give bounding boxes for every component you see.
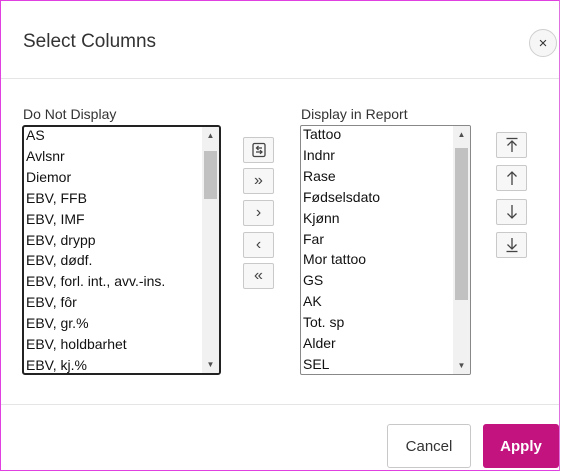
display-in-report-items: Tattoo Indnr Rase Fødselsdato Kjønn Far Mor ta… bbox=[302, 126, 452, 374]
dialog-footer: Cancel Apply bbox=[1, 404, 559, 470]
list-option[interactable]: EBV, fôr bbox=[25, 292, 201, 313]
move-down-icon bbox=[505, 204, 519, 220]
list-option[interactable]: SEL bbox=[302, 354, 452, 374]
dialog-header: Select Columns × bbox=[1, 1, 559, 79]
do-not-display-label: Do Not Display bbox=[23, 106, 117, 122]
move-down-button[interactable] bbox=[496, 199, 527, 225]
list-option[interactable]: EBV, forl. int., avv.-ins. bbox=[25, 271, 201, 292]
scroll-up-arrow-icon[interactable]: ▲ bbox=[202, 127, 219, 144]
list-option[interactable]: EBV, holdbarhet bbox=[25, 334, 201, 355]
move-bottom-button[interactable] bbox=[496, 232, 527, 258]
list-option[interactable]: Alder bbox=[302, 333, 452, 354]
list-option[interactable]: Rase bbox=[302, 166, 452, 187]
reset-icon bbox=[251, 142, 267, 158]
close-icon: × bbox=[538, 34, 548, 52]
scroll-down-arrow-icon[interactable]: ▼ bbox=[202, 356, 219, 373]
list-option[interactable]: Tattoo bbox=[302, 126, 452, 145]
dialog-title: Select Columns bbox=[23, 31, 157, 52]
add-all-button[interactable]: » bbox=[243, 168, 274, 194]
list-option[interactable]: AS bbox=[25, 127, 201, 146]
list-option[interactable]: EBV, kj.% bbox=[25, 355, 201, 373]
chevron-right-icon: › bbox=[255, 204, 262, 221]
list-option[interactable]: Tot. sp bbox=[302, 312, 452, 333]
display-in-report-label: Display in Report bbox=[301, 106, 408, 122]
list-option[interactable]: Mor tattoo bbox=[302, 249, 452, 270]
list-option[interactable]: EBV, IMF bbox=[25, 209, 201, 230]
remove-all-button[interactable]: « bbox=[243, 263, 274, 289]
add-button[interactable]: › bbox=[243, 200, 274, 226]
list-option[interactable]: Diemor bbox=[25, 167, 201, 188]
select-columns-dialog: Select Columns × Do Not Display AS Avlsnr… bbox=[0, 0, 560, 471]
double-chevron-right-icon: » bbox=[254, 172, 263, 189]
list-option[interactable]: AK bbox=[302, 291, 452, 312]
scrollbar-thumb[interactable] bbox=[204, 151, 217, 199]
apply-button[interactable]: Apply bbox=[483, 424, 559, 468]
move-up-button[interactable] bbox=[496, 165, 527, 191]
list-option[interactable]: EBV, dødf. bbox=[25, 250, 201, 271]
scroll-up-arrow-icon[interactable]: ▲ bbox=[453, 126, 470, 143]
list-option[interactable]: EBV, drypp bbox=[25, 230, 201, 251]
list-option[interactable]: EBV, gr.% bbox=[25, 313, 201, 334]
scrollbar-thumb[interactable] bbox=[455, 148, 468, 300]
list-option[interactable]: Indnr bbox=[302, 145, 452, 166]
move-bottom-icon bbox=[505, 237, 519, 253]
chevron-left-icon: ‹ bbox=[255, 236, 262, 253]
do-not-display-listbox[interactable]: AS Avlsnr Diemor EBV, FFB EBV, IMF EBV, drypp… bbox=[22, 125, 221, 375]
list-option[interactable]: GS bbox=[302, 270, 452, 291]
remove-button[interactable]: ‹ bbox=[243, 232, 274, 258]
close-button[interactable]: × bbox=[529, 29, 557, 57]
reset-button[interactable] bbox=[243, 137, 274, 163]
list-option[interactable]: Avlsnr bbox=[25, 146, 201, 167]
scroll-down-arrow-icon[interactable]: ▼ bbox=[453, 357, 470, 374]
do-not-display-items: AS Avlsnr Diemor EBV, FFB EBV, IMF EBV, drypp… bbox=[25, 127, 201, 373]
double-chevron-left-icon: « bbox=[254, 267, 263, 284]
cancel-button[interactable]: Cancel bbox=[387, 424, 471, 468]
move-up-icon bbox=[505, 170, 519, 186]
display-in-report-listbox[interactable]: Tattoo Indnr Rase Fødselsdato Kjønn Far Mor ta… bbox=[300, 125, 471, 375]
list-option[interactable]: Fødselsdato bbox=[302, 187, 452, 208]
display-in-report-scrollbar[interactable]: ▲ ▼ bbox=[453, 126, 470, 374]
move-top-button[interactable] bbox=[496, 132, 527, 158]
do-not-display-scrollbar[interactable]: ▲ ▼ bbox=[202, 127, 219, 373]
list-option[interactable]: EBV, FFB bbox=[25, 188, 201, 209]
list-option[interactable]: Far bbox=[302, 229, 452, 250]
list-option[interactable]: Kjønn bbox=[302, 208, 452, 229]
move-top-icon bbox=[505, 137, 519, 153]
